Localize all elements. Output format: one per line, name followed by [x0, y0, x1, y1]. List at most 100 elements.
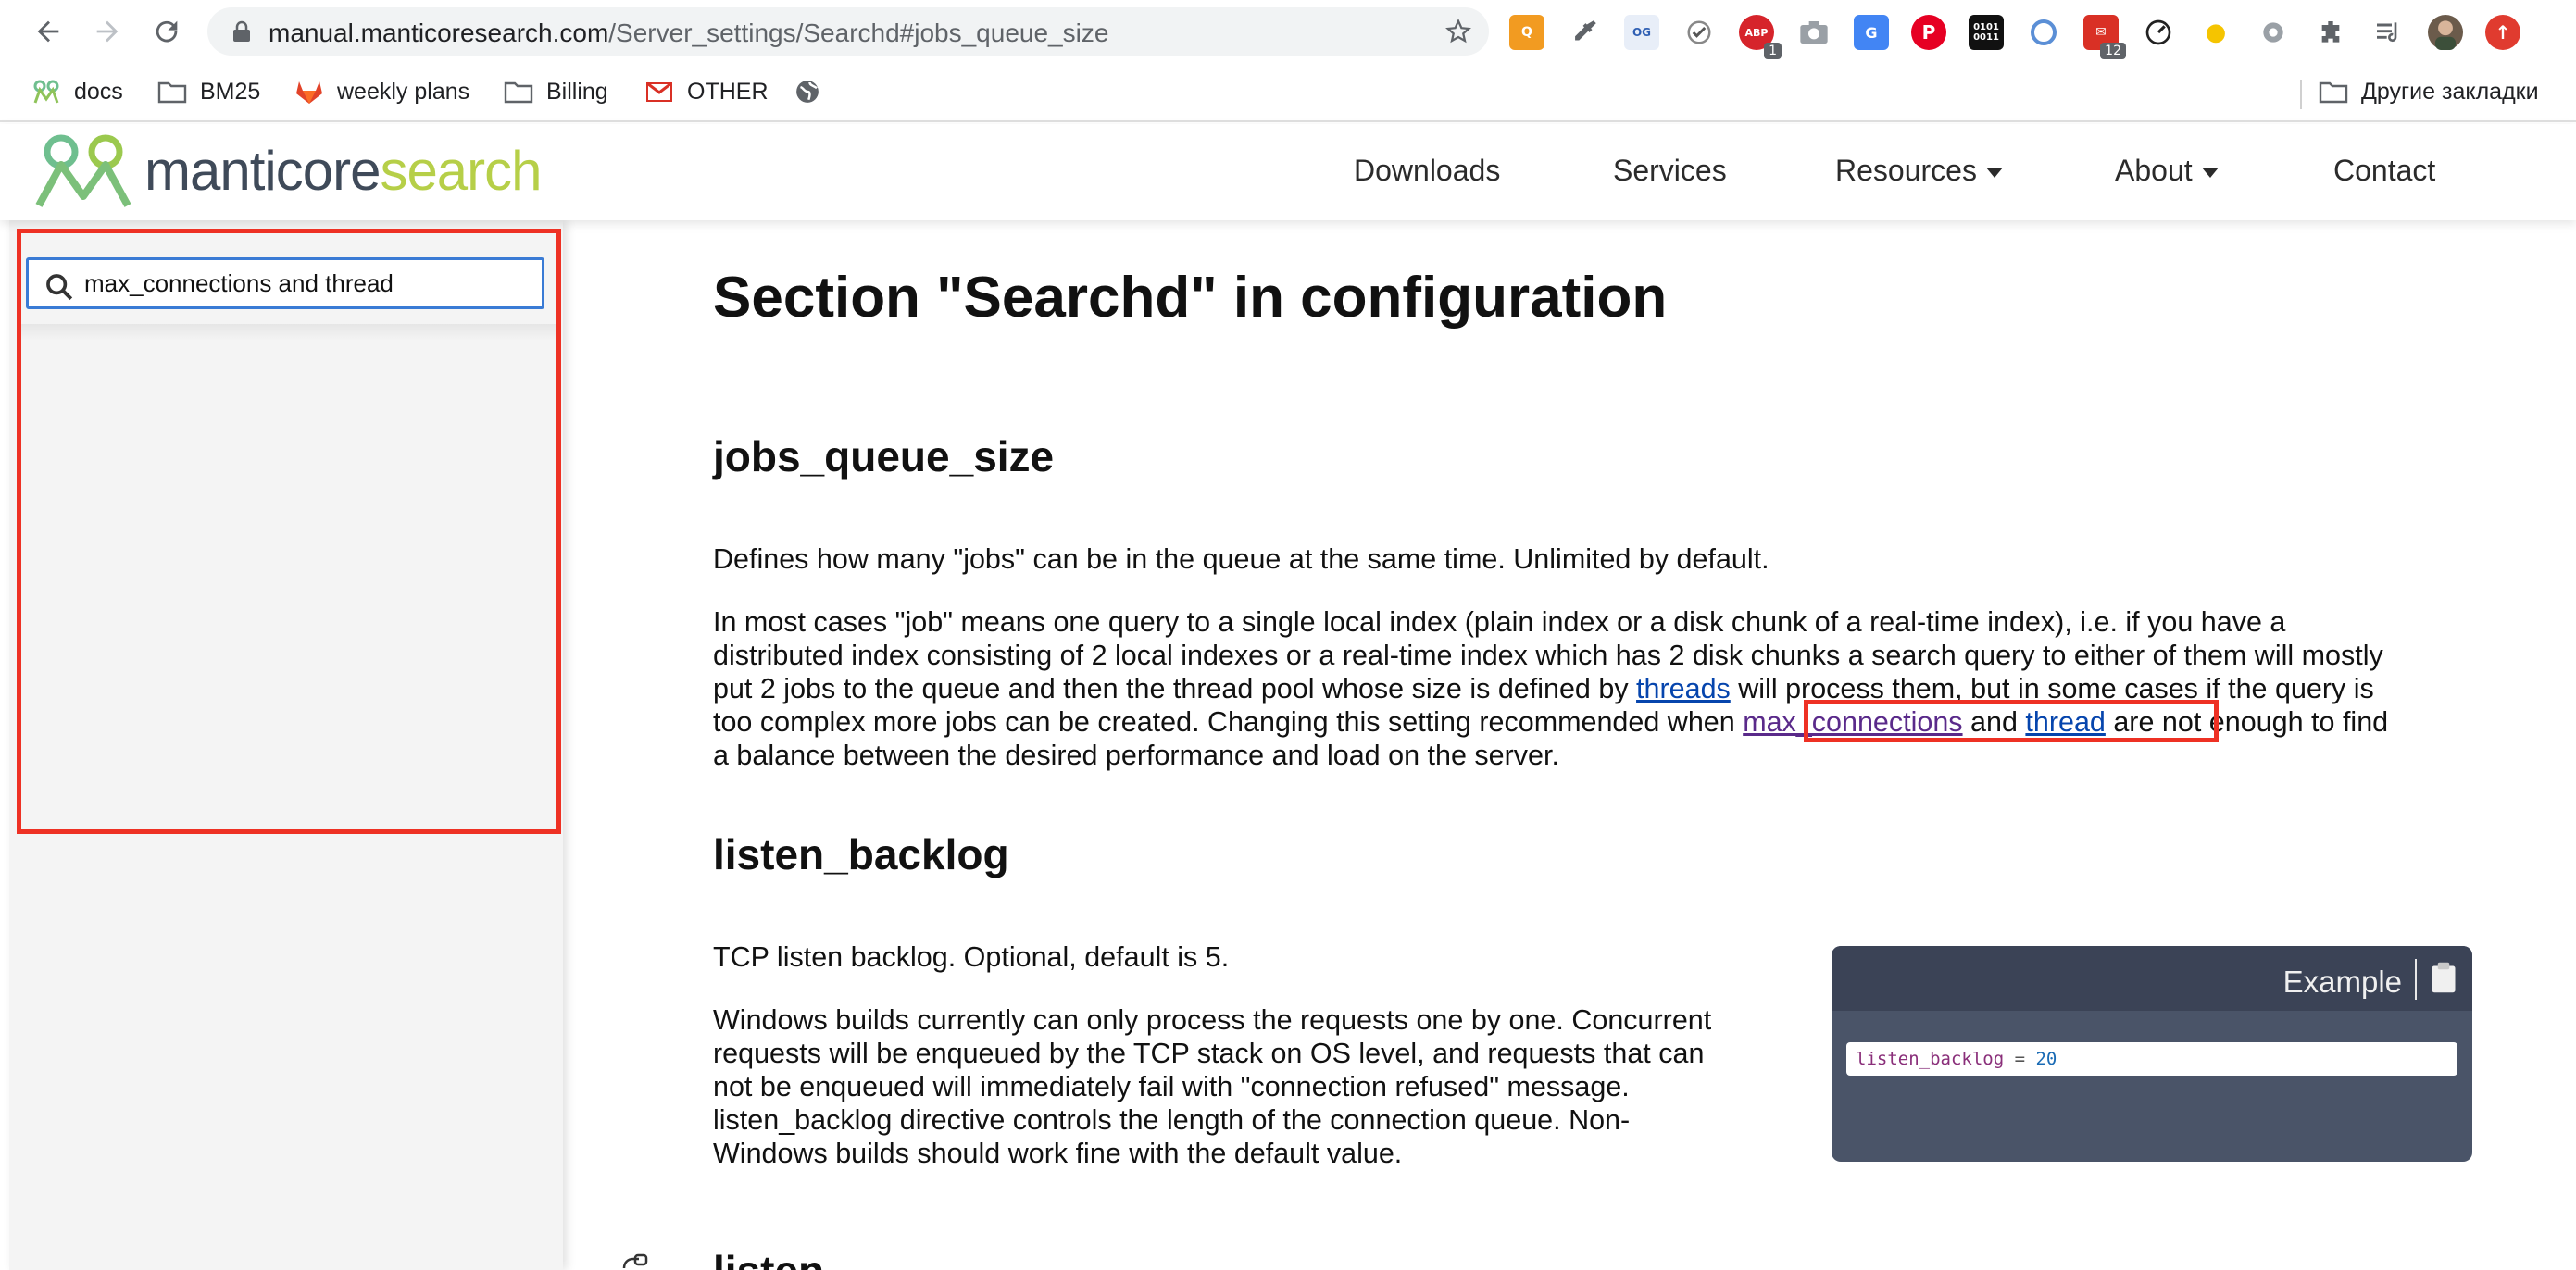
heading-listen-backlog: listen_backlog [713, 830, 1009, 878]
example-label[interactable]: Example [2283, 965, 2402, 1000]
bookmark-label: BM25 [200, 78, 261, 105]
backlog-paragraph-2-line-2: requests will be enqueued by the TCP sta… [713, 1038, 1705, 1069]
backlog-paragraph-2-line-1: Windows builds currently can only proces… [713, 1004, 1712, 1036]
bookmark-label: OTHER [687, 78, 769, 105]
jobs-paragraph-2-line-5: a balance between the desired performanc… [713, 740, 1559, 771]
other-bookmarks-label: Другие закладки [2361, 78, 2539, 105]
nav-contact-label: Contact [2333, 154, 2436, 187]
backlog-paragraph-2-line-3: not be enqueued will immediately fail wi… [713, 1071, 1630, 1102]
bookmark-star-icon[interactable] [1444, 18, 1472, 45]
bookmark-globe[interactable] [793, 74, 822, 109]
lock-icon [233, 20, 250, 42]
search-icon [46, 274, 73, 301]
backlog-paragraph-1: TCP listen backlog. Optional, default is… [713, 941, 1230, 973]
heading-listen: listen [713, 1246, 824, 1270]
media-queue-icon[interactable] [2370, 15, 2406, 50]
chevron-down-icon [1985, 168, 2003, 178]
binary-extension-icon[interactable]: 0101 0011 [1969, 15, 2004, 50]
update-menu-icon[interactable]: ↑ [2485, 15, 2520, 50]
jobs-paragraph-2-line-2: distributed index consisting of 2 local … [713, 640, 2383, 671]
jobs-paragraph-1: Defines how many "jobs" can be in the qu… [713, 543, 1769, 575]
logo-wordmark[interactable]: manticoresearch [144, 139, 543, 203]
anchor-link-icon[interactable] [620, 1253, 648, 1270]
adblock-badge: 1 [1764, 43, 1782, 59]
search-input[interactable] [84, 266, 529, 301]
bookmarks-divider [2300, 80, 2302, 109]
backlog-paragraph-2-line-5: Windows builds should work fine with the… [713, 1138, 1403, 1169]
bookmark-docs[interactable]: docs [31, 74, 123, 109]
nav-services[interactable]: Services [1613, 154, 1727, 188]
example-divider [2415, 959, 2417, 1000]
clipboard-icon[interactable] [2430, 961, 2457, 994]
gmail-checker-icon[interactable]: ✉ 12 [2083, 15, 2126, 59]
folder-icon [2319, 79, 2348, 105]
text-span: put 2 jobs to the queue and then the thr… [713, 673, 1637, 704]
nav-downloads[interactable]: Downloads [1354, 154, 1500, 188]
nav-resources[interactable]: Resources [1835, 154, 2003, 188]
check-extension-icon[interactable] [1682, 15, 1717, 50]
search-results-panel [19, 324, 556, 831]
example-panel: Example listen_backlog = 20 [1832, 946, 2472, 1162]
reload-button[interactable] [144, 9, 189, 54]
nav-services-label: Services [1613, 154, 1727, 187]
search-box[interactable] [26, 257, 544, 309]
forward-button[interactable] [85, 9, 130, 54]
speed-extension-icon[interactable] [2141, 15, 2176, 50]
docs-favicon-icon [31, 79, 61, 105]
adblock-icon[interactable]: ABP 1 [1739, 15, 1782, 59]
chevron-down-icon [2201, 168, 2219, 178]
nav-about-label: About [2115, 154, 2193, 187]
code-line: listen_backlog = 20 [1846, 1042, 2457, 1076]
puzzle-extensions-icon[interactable] [2313, 15, 2348, 50]
og-extension-icon[interactable]: OG [1624, 15, 1659, 50]
bookmark-billing[interactable]: Billing [504, 74, 608, 109]
url-text: manual.manticoresearch.com/Server_settin… [269, 19, 1108, 48]
threads-link[interactable]: threads [1636, 673, 1731, 704]
text-span: too complex more jobs can be created. Ch… [713, 706, 1744, 738]
browser-toolbar: manual.manticoresearch.com/Server_settin… [0, 0, 2576, 63]
manticore-logo-icon[interactable] [33, 131, 133, 209]
bookmark-label: docs [74, 78, 123, 105]
url-path: /Server_settings/Searchd#jobs_queue_size [608, 19, 1109, 47]
bookmark-label: weekly plans [337, 78, 470, 105]
bookmark-other[interactable]: OTHER [644, 74, 769, 109]
bookmark-weekly-plans[interactable]: weekly plans [294, 74, 469, 109]
search-extension-icon[interactable]: Q [1509, 15, 1544, 50]
extensions-bar: Q OG ABP 1 G P 0101 0011 ✉ 12 ● ↑ [1509, 11, 2565, 59]
circle-extension-icon[interactable] [2026, 15, 2061, 50]
camera-extension-icon[interactable] [1796, 15, 1832, 50]
arrow-right-icon [96, 20, 119, 43]
bookmarks-bar: docs BM25 weekly plans Billing OTHER Дру… [0, 63, 2576, 122]
url-host: manual.manticoresearch.com [269, 19, 609, 47]
backlog-paragraph-2-line-4: listen_backlog directive controls the le… [713, 1104, 1631, 1136]
code-operator: = [2004, 1049, 2036, 1069]
code-value: 20 [2035, 1049, 2057, 1069]
nav-resources-label: Resources [1835, 154, 1977, 187]
gmail-favicon-icon [644, 79, 674, 105]
logo-part-2: search [380, 140, 542, 202]
logo-part-1: manticore [144, 140, 381, 202]
pinterest-icon[interactable]: P [1911, 15, 1946, 50]
highlight-box-links [1804, 700, 2219, 742]
gitlab-icon [294, 79, 324, 105]
nav-about[interactable]: About [2115, 154, 2219, 188]
other-bookmarks[interactable]: Другие закладки [2319, 74, 2539, 109]
arrow-left-icon [37, 20, 59, 43]
site-header: manticoresearch Downloads Services Resou… [0, 124, 2576, 220]
heading-jobs-queue-size: jobs_queue_size [713, 432, 1055, 480]
chick-extension-icon[interactable]: ● [2198, 15, 2233, 50]
folder-icon [157, 79, 187, 105]
back-button[interactable] [26, 9, 70, 54]
gear-extension-icon[interactable] [2256, 15, 2291, 50]
jobs-paragraph-2-line-1: In most cases "job" means one query to a… [713, 606, 2286, 638]
code-key: listen_backlog [1856, 1049, 2005, 1069]
nav-downloads-label: Downloads [1354, 154, 1501, 187]
eyedropper-extension-icon[interactable] [1567, 15, 1602, 50]
profile-avatar[interactable] [2428, 15, 2463, 50]
page-title: Section "Searchd" in configuration [713, 266, 1668, 330]
globe-icon [793, 79, 822, 105]
address-bar[interactable]: manual.manticoresearch.com/Server_settin… [207, 7, 1489, 56]
bookmark-bm25[interactable]: BM25 [157, 74, 260, 109]
nav-contact[interactable]: Contact [2333, 154, 2435, 188]
translate-extension-icon[interactable]: G [1854, 15, 1889, 50]
